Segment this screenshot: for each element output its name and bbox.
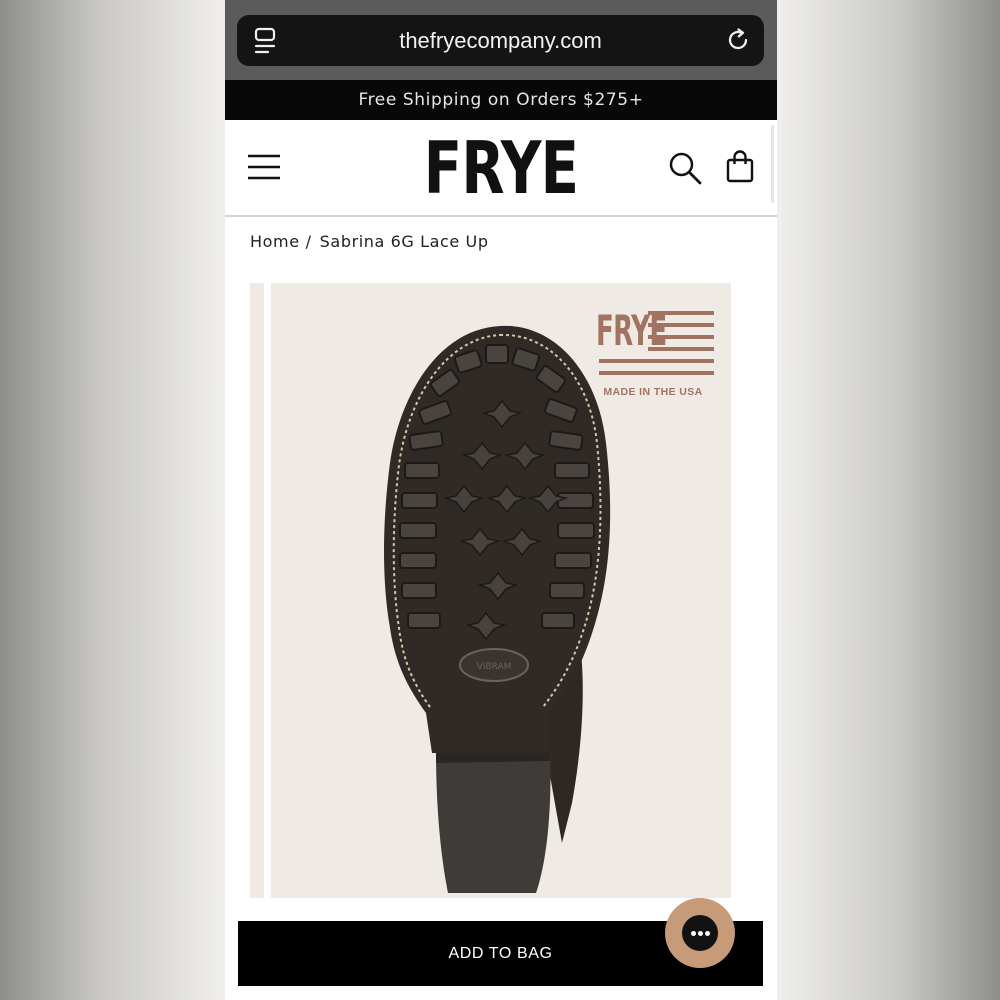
- heel-block: [436, 749, 551, 893]
- badge-stripe: [648, 311, 714, 315]
- badge-stripe: [648, 335, 714, 339]
- breadcrumb: Home / Sabrina 6G Lace Up: [250, 232, 489, 251]
- promo-text: Free Shipping on Orders $275+: [358, 90, 644, 110]
- url-text[interactable]: thefryecompany.com: [237, 28, 764, 54]
- badge-caption: MADE IN THE USA: [603, 386, 703, 398]
- frye-logo[interactable]: FRYE: [286, 126, 717, 210]
- badge-stripe: [648, 347, 714, 351]
- reload-icon[interactable]: [725, 27, 751, 53]
- made-in-usa-badge: FRYE MADE IN THE USA: [596, 306, 714, 403]
- product-image[interactable]: VIBRAM FRYE MADE IN THE USA: [250, 283, 731, 898]
- hamburger-menu-icon[interactable]: [247, 153, 281, 181]
- phone-screen: thefryecompany.com Free Shipping on Orde…: [225, 0, 777, 1000]
- chat-button[interactable]: [665, 898, 735, 968]
- breadcrumb-current: Sabrina 6G Lace Up: [319, 232, 489, 251]
- vibram-text: VIBRAM: [477, 662, 512, 672]
- site-header: FRYE: [225, 120, 777, 217]
- breadcrumb-home-link[interactable]: Home: [250, 232, 300, 251]
- search-icon[interactable]: [668, 151, 702, 185]
- badge-stripe: [648, 323, 714, 327]
- chat-bubble-icon[interactable]: [682, 915, 718, 951]
- shopping-bag-icon[interactable]: [725, 150, 755, 184]
- badge-stripe: [599, 371, 714, 375]
- badge-stripe: [599, 359, 714, 363]
- scroll-edge: [771, 125, 774, 203]
- address-bar[interactable]: thefryecompany.com: [237, 15, 764, 66]
- promo-banner: Free Shipping on Orders $275+: [225, 80, 777, 120]
- browser-bar: thefryecompany.com: [225, 0, 777, 80]
- vibram-logo-plate: VIBRAM: [459, 648, 529, 682]
- breadcrumb-separator: /: [305, 232, 312, 251]
